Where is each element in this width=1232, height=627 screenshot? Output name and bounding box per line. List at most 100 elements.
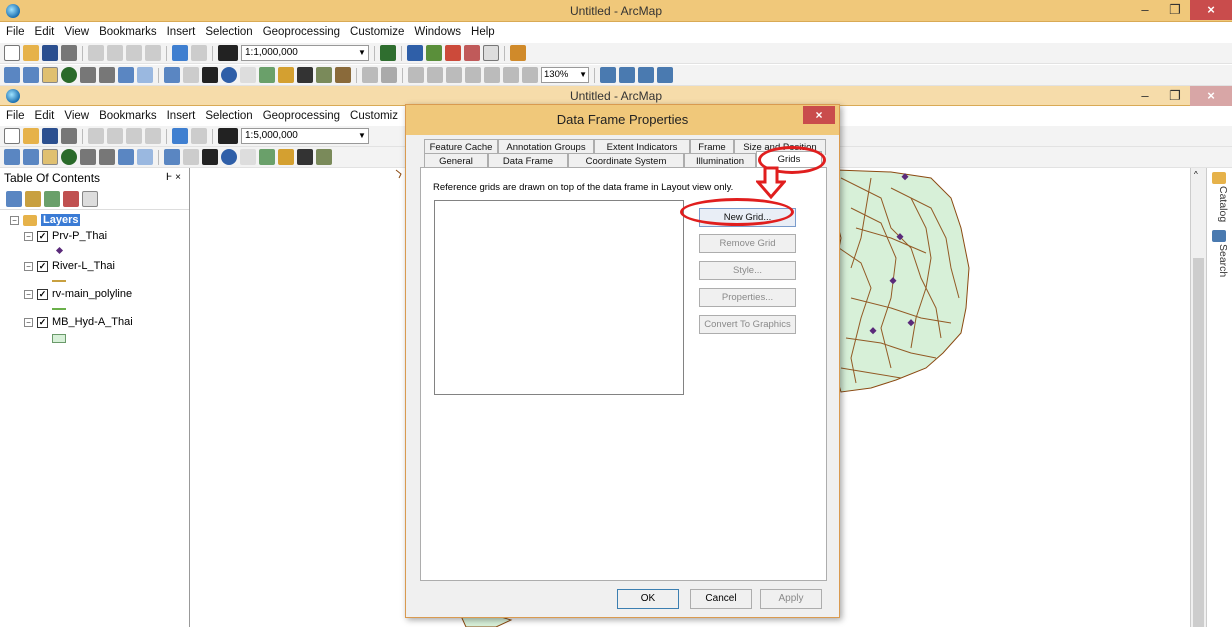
measure-icon[interactable] xyxy=(278,149,294,165)
menu-windows[interactable]: Windows xyxy=(414,26,461,38)
select-features-icon[interactable] xyxy=(164,67,180,83)
zoom-out-icon[interactable] xyxy=(23,149,39,165)
pan-icon[interactable] xyxy=(42,67,58,83)
clear-selection-icon[interactable] xyxy=(183,149,199,165)
layout-zoom-100-icon[interactable] xyxy=(465,67,481,83)
menu-file[interactable]: File xyxy=(6,110,25,122)
map-vertical-scrollbar[interactable]: ^ xyxy=(1190,168,1206,627)
open-folder-icon[interactable] xyxy=(23,128,39,144)
list-by-source-icon[interactable] xyxy=(25,190,41,207)
layer-visibility-checkbox[interactable]: ✓ xyxy=(37,260,48,272)
menu-customize[interactable]: Customiz xyxy=(350,110,398,122)
paste-icon[interactable] xyxy=(126,45,142,61)
toc-pin-close-icon[interactable]: Ͱ × xyxy=(166,172,181,183)
undo-icon[interactable] xyxy=(172,45,188,61)
cut-icon[interactable] xyxy=(88,128,104,144)
menu-edit[interactable]: Edit xyxy=(35,110,55,122)
options-icon[interactable] xyxy=(82,190,98,207)
layer-row-river-l-thai[interactable]: − ✓ River-L_Thai xyxy=(24,260,115,272)
menu-view[interactable]: View xyxy=(64,110,89,122)
new-document-icon[interactable] xyxy=(4,128,20,144)
find-icon[interactable] xyxy=(297,67,313,83)
go-to-xy-icon[interactable] xyxy=(335,67,351,83)
editor-icon[interactable] xyxy=(380,45,396,61)
fixed-zoom-out-icon[interactable] xyxy=(99,67,115,83)
find-route-icon[interactable] xyxy=(316,67,332,83)
fixed-zoom-in-icon[interactable] xyxy=(80,67,96,83)
print-icon[interactable] xyxy=(61,45,77,61)
time-slider-icon[interactable] xyxy=(362,67,378,83)
collapse-icon[interactable]: − xyxy=(24,289,33,299)
zoom-out-icon[interactable] xyxy=(23,67,39,83)
layer-row-prv-p-thai[interactable]: − ✓ Prv-P_Thai xyxy=(24,230,107,242)
restore-button[interactable]: ❐ xyxy=(1160,86,1190,106)
layout-zoom-out-icon[interactable] xyxy=(427,67,443,83)
layer-row-rv-main-polyline[interactable]: − ✓ rv-main_polyline xyxy=(24,288,132,300)
dialog-close-button[interactable]: × xyxy=(803,106,835,124)
catalog-icon[interactable] xyxy=(426,45,442,61)
undo-icon[interactable] xyxy=(172,128,188,144)
add-data-icon[interactable] xyxy=(218,45,238,61)
grids-list-box[interactable] xyxy=(434,200,684,395)
html-popup-icon[interactable] xyxy=(259,149,275,165)
scrollbar-thumb[interactable] xyxy=(1193,258,1204,627)
remove-grid-button[interactable]: Remove Grid xyxy=(699,234,796,253)
list-by-drawing-order-icon[interactable] xyxy=(6,190,22,207)
layout-pan-icon[interactable] xyxy=(446,67,462,83)
select-elements-icon[interactable] xyxy=(202,149,218,165)
map-scale-input[interactable]: 1:5,000,000 ▼ xyxy=(241,128,369,144)
collapse-icon[interactable]: − xyxy=(24,261,33,271)
minimize-button[interactable]: – xyxy=(1130,86,1160,106)
apply-button[interactable]: Apply xyxy=(760,589,822,609)
map-scale-input[interactable]: 1:1,000,000 ▼ xyxy=(241,45,369,61)
menu-bookmarks[interactable]: Bookmarks xyxy=(99,26,157,38)
save-icon[interactable] xyxy=(42,45,58,61)
delete-icon[interactable] xyxy=(145,128,161,144)
save-icon[interactable] xyxy=(42,128,58,144)
layer-visibility-checkbox[interactable]: ✓ xyxy=(37,316,48,328)
redo-icon[interactable] xyxy=(191,45,207,61)
cut-icon[interactable] xyxy=(88,45,104,61)
menu-help[interactable]: Help xyxy=(471,26,495,38)
menu-selection[interactable]: Selection xyxy=(205,26,252,38)
whats-this-icon[interactable] xyxy=(510,45,526,61)
pan-icon[interactable] xyxy=(42,149,58,165)
collapse-icon[interactable]: − xyxy=(10,215,19,225)
layer-name[interactable]: Prv-P_Thai xyxy=(52,230,107,242)
menu-file[interactable]: File xyxy=(6,26,25,38)
copy-icon[interactable] xyxy=(107,128,123,144)
layout-zoom-input[interactable]: 130% ▼ xyxy=(541,67,589,83)
chevron-down-icon[interactable]: ▼ xyxy=(579,68,587,82)
paste-icon[interactable] xyxy=(126,128,142,144)
scroll-up-icon[interactable]: ^ xyxy=(1194,170,1198,179)
menu-selection[interactable]: Selection xyxy=(205,110,252,122)
chevron-down-icon[interactable]: ▼ xyxy=(356,46,368,60)
add-data-icon[interactable] xyxy=(218,128,238,144)
create-viewer-icon[interactable] xyxy=(381,67,397,83)
identify-icon[interactable] xyxy=(221,149,237,165)
menu-edit[interactable]: Edit xyxy=(35,26,55,38)
zoom-in-icon[interactable] xyxy=(4,67,20,83)
fixed-zoom-in-icon[interactable] xyxy=(80,149,96,165)
full-extent-icon[interactable] xyxy=(61,149,77,165)
layer-name[interactable]: MB_Hyd-A_Thai xyxy=(52,316,133,328)
search-tab-icon[interactable] xyxy=(1212,230,1226,242)
layout-back-icon[interactable] xyxy=(522,67,538,83)
python-icon[interactable] xyxy=(464,45,480,61)
focus-data-frame-icon[interactable] xyxy=(619,67,635,83)
menu-bookmarks[interactable]: Bookmarks xyxy=(99,110,157,122)
open-folder-icon[interactable] xyxy=(23,45,39,61)
copy-icon[interactable] xyxy=(107,45,123,61)
style-button[interactable]: Style... xyxy=(699,261,796,280)
fixed-zoom-out-icon[interactable] xyxy=(99,149,115,165)
menu-geoprocessing[interactable]: Geoprocessing xyxy=(263,26,340,38)
back-extent-icon[interactable] xyxy=(118,149,134,165)
data-driven-pages-icon[interactable] xyxy=(657,67,673,83)
menu-insert[interactable]: Insert xyxy=(167,26,196,38)
layer-name[interactable]: River-L_Thai xyxy=(52,260,115,272)
forward-extent-icon[interactable] xyxy=(137,67,153,83)
menu-customize[interactable]: Customize xyxy=(350,26,404,38)
identify-icon[interactable] xyxy=(221,67,237,83)
select-features-icon[interactable] xyxy=(164,149,180,165)
redo-icon[interactable] xyxy=(191,128,207,144)
